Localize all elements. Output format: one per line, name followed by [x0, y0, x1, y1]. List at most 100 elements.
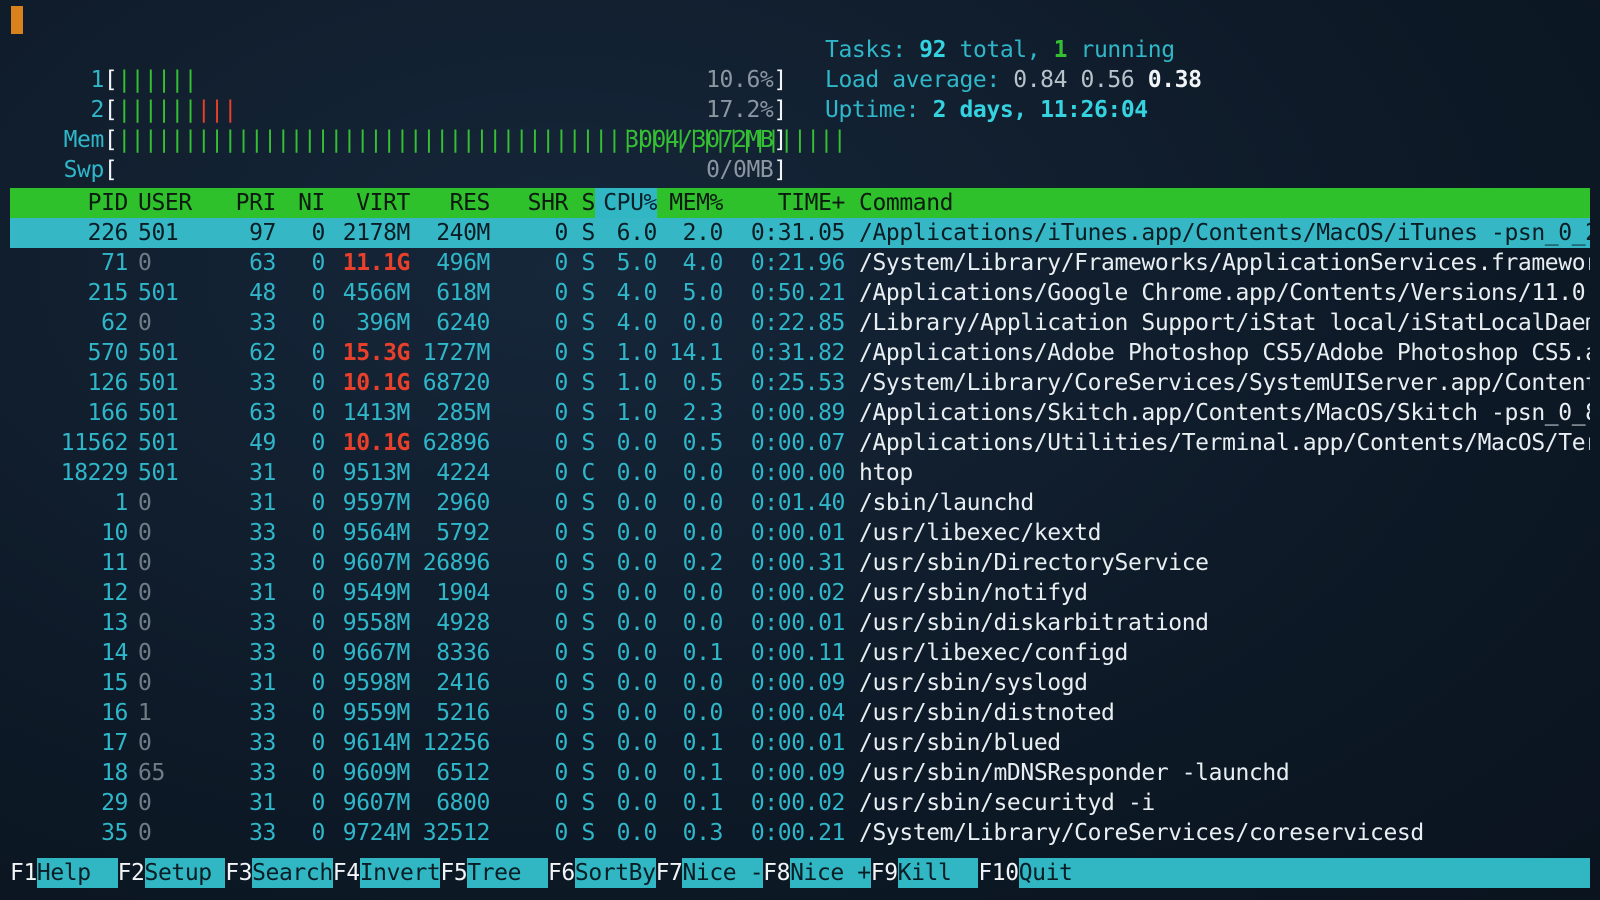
cell-s: S [581, 820, 596, 846]
cell-shr: 0 [554, 370, 569, 396]
cell-virt: 11.1G [342, 250, 411, 276]
cell-cmd: htop [859, 460, 913, 486]
table-row[interactable]: 570 501 62 0 15.3G 1727M 0 S 1.0 14.1 0:31.82/Appl… [10, 338, 1590, 368]
fkey-f8[interactable]: F8 [763, 858, 790, 888]
cell-pid: 17 [101, 730, 128, 756]
cell-cpu: 0.0 [616, 550, 658, 576]
cell-pid: 226 [87, 220, 129, 246]
cell-mem: 0.1 [682, 790, 724, 816]
col-command[interactable]: Command [845, 188, 954, 218]
cell-mem: 0.0 [682, 490, 724, 516]
cell-ni: 0 [311, 490, 326, 516]
cell-pri: 31 [249, 460, 276, 486]
cell-pid: 16 [101, 700, 128, 726]
col-pid[interactable]: PID [10, 188, 129, 218]
cell-ni: 0 [311, 730, 326, 756]
table-row[interactable]: 13 0 33 0 9558M 4928 0 S 0.0 0.0 0:00.01/usr/sbin/… [10, 608, 1590, 638]
col-shr[interactable]: SHR [490, 188, 569, 218]
cell-cpu: 0.0 [616, 610, 658, 636]
cell-user: 501 [138, 430, 179, 456]
col-res[interactable]: RES [410, 188, 491, 218]
uptime-line: Uptime: 2 days, 11:26:04 [825, 95, 1202, 125]
fkey-label-f10[interactable]: Quit [1018, 858, 1073, 888]
fkey-f7[interactable]: F7 [656, 858, 683, 888]
cell-user: 0 [138, 640, 152, 666]
cell-cmd: /usr/libexec/configd [859, 640, 1128, 666]
cell-res: 2960 [436, 490, 490, 516]
col-virt[interactable]: VIRT [325, 188, 410, 218]
table-row[interactable]: 35 0 33 0 9724M 32512 0 S 0.0 0.3 0:00.21/System/L… [10, 818, 1590, 848]
fkey-f3[interactable]: F3 [225, 858, 252, 888]
table-row[interactable]: 166 501 63 0 1413M 285M 0 S 1.0 2.3 0:00.89/Applic… [10, 398, 1590, 428]
fkey-f2[interactable]: F2 [118, 858, 145, 888]
cell-ni: 0 [311, 790, 326, 816]
table-row[interactable]: 16 1 33 0 9559M 5216 0 S 0.0 0.0 0:00.04/usr/sbin/… [10, 698, 1590, 728]
cell-mem: 4.0 [682, 250, 724, 276]
cell-ni: 0 [311, 430, 326, 456]
tasks-label: Tasks: [825, 37, 920, 63]
cell-res: 12256 [422, 730, 491, 756]
cell-virt: 9597M [342, 490, 411, 516]
table-row[interactable]: 15 0 31 0 9598M 2416 0 S 0.0 0.0 0:00.09/usr/sbin/… [10, 668, 1590, 698]
table-row[interactable]: 71 0 63 0 11.1G 496M 0 S 5.0 4.0 0:21.96/System/Li… [10, 248, 1590, 278]
fkey-label-f1[interactable]: Help [36, 858, 118, 888]
col-mem[interactable]: MEM% [657, 188, 723, 218]
cell-pid: 14 [101, 640, 128, 666]
cell-ni: 0 [311, 520, 326, 546]
cell-virt: 10.1G [342, 430, 411, 456]
fkey-label-f7[interactable]: Nice - [682, 858, 764, 888]
fkey-f10[interactable]: F10 [978, 858, 1019, 888]
table-row[interactable]: 11 0 33 0 9607M 26896 0 S 0.0 0.2 0:00.31/usr/sbin… [10, 548, 1590, 578]
fkey-f4[interactable]: F4 [333, 858, 360, 888]
cell-s: S [581, 670, 596, 696]
cell-pri: 31 [249, 790, 276, 816]
cell-user: 0 [138, 820, 152, 846]
cell-cpu: 0.0 [616, 790, 658, 816]
cell-user: 501 [138, 400, 179, 426]
cell-mem: 0.5 [682, 430, 724, 456]
table-row[interactable]: 126 501 33 0 10.1G 68720 0 S 1.0 0.5 0:25.53/Syste… [10, 368, 1590, 398]
table-row[interactable]: 62 0 33 0 396M 6240 0 S 4.0 0.0 0:22.85/Library/Ap… [10, 308, 1590, 338]
table-row[interactable]: 215 501 48 0 4566M 618M 0 S 4.0 5.0 0:50.21/Applic… [10, 278, 1590, 308]
table-row[interactable]: 14 0 33 0 9667M 8336 0 S 0.0 0.1 0:00.11/usr/libex… [10, 638, 1590, 668]
fkey-label-f5[interactable]: Tree [467, 858, 548, 888]
fkey-f5[interactable]: F5 [440, 858, 467, 888]
cell-res: 240M [436, 220, 490, 246]
table-row[interactable]: 10 0 33 0 9564M 5792 0 S 0.0 0.0 0:00.01/usr/libex… [10, 518, 1590, 548]
fkey-label-f8[interactable]: Nice + [790, 858, 871, 888]
fkey-label-f6[interactable]: SortBy [574, 858, 656, 888]
col-cpu[interactable]: CPU% [595, 188, 657, 218]
table-row[interactable]: 17 0 33 0 9614M 12256 0 S 0.0 0.1 0:00.01/usr/sbin… [10, 728, 1590, 758]
col-state[interactable]: S [568, 188, 596, 218]
fkey-label-f3[interactable]: Search [252, 858, 333, 888]
cell-cmd: /usr/sbin/diskarbitrationd [859, 610, 1209, 636]
table-row[interactable]: 12 0 31 0 9549M 1904 0 S 0.0 0.0 0:00.02/usr/sbin/… [10, 578, 1590, 608]
col-user[interactable]: USER [128, 188, 234, 218]
table-row[interactable]: 226 501 97 0 2178M 240M 0 S 6.0 2.0 0:31.05/Applic… [10, 218, 1590, 248]
col-ni[interactable]: NI [276, 188, 325, 218]
table-row[interactable]: 11562 501 49 0 10.1G 62896 0 S 0.0 0.5 0:00.07/App… [10, 428, 1590, 458]
cell-s: S [581, 790, 596, 816]
cell-user: 501 [138, 370, 179, 396]
col-pri[interactable]: PRI [234, 188, 277, 218]
fkey-f6[interactable]: F6 [548, 858, 575, 888]
cell-mem: 2.0 [682, 220, 724, 246]
cell-shr: 0 [554, 700, 569, 726]
cell-cmd: /usr/sbin/blued [859, 730, 1061, 756]
process-table[interactable]: PID USER PRI NI VIRT RES SHR S CPU% MEM%… [10, 188, 1590, 848]
fkey-label-f9[interactable]: Kill [897, 858, 979, 888]
fkey-f9[interactable]: F9 [871, 858, 898, 888]
cell-pri: 33 [249, 820, 276, 846]
table-row[interactable]: 18 65 33 0 9609M 6512 0 S 0.0 0.1 0:00.09/usr/sbin… [10, 758, 1590, 788]
table-row[interactable]: 18229 501 31 0 9513M 4224 0 C 0.0 0.0 0:00.00 htop [10, 458, 1590, 488]
table-row[interactable]: 1 0 31 0 9597M 2960 0 S 0.0 0.0 0:01.40/sbin/launc… [10, 488, 1590, 518]
fkey-label-f2[interactable]: Setup [144, 858, 226, 888]
cell-cmd: /usr/sbin/syslogd [859, 670, 1088, 696]
cell-cmd: /System/Library/CoreServices/SystemUISer… [859, 370, 1590, 396]
table-row[interactable]: 29 0 31 0 9607M 6800 0 S 0.0 0.1 0:00.02/usr/sbin/… [10, 788, 1590, 818]
cell-shr: 0 [554, 490, 569, 516]
cell-virt: 9513M [342, 460, 411, 486]
fkey-label-f4[interactable]: Invert [359, 858, 441, 888]
col-time[interactable]: TIME+ [723, 188, 846, 218]
fkey-f1[interactable]: F1 [10, 858, 37, 888]
